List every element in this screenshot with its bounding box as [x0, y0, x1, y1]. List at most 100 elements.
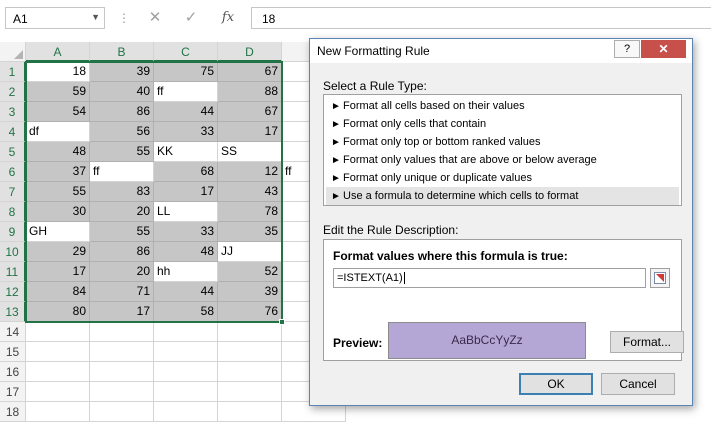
grid-cell[interactable]: 20: [90, 262, 154, 282]
grid-cell[interactable]: 40: [90, 82, 154, 102]
chevron-down-icon[interactable]: ▼: [91, 12, 100, 22]
grid-cell[interactable]: 88: [218, 82, 282, 102]
grid-cell[interactable]: 86: [90, 102, 154, 122]
grid-cell[interactable]: [154, 322, 218, 342]
cancel-button[interactable]: Cancel: [601, 373, 675, 395]
grid-cell[interactable]: ff: [154, 82, 218, 102]
grid-cell[interactable]: [154, 402, 218, 422]
grid-cell[interactable]: 17: [90, 302, 154, 322]
row-header-18[interactable]: 18: [0, 402, 26, 422]
grid-cell[interactable]: 33: [154, 222, 218, 242]
grid-cell[interactable]: 30: [26, 202, 90, 222]
row-header-17[interactable]: 17: [0, 382, 26, 402]
formula-input[interactable]: 18: [251, 7, 711, 29]
row-header-9[interactable]: 9: [0, 222, 26, 242]
row-header-14[interactable]: 14: [0, 322, 26, 342]
row-header-5[interactable]: 5: [0, 142, 26, 162]
ok-button[interactable]: OK: [519, 373, 593, 395]
grid-cell[interactable]: [26, 362, 90, 382]
grid-cell[interactable]: 83: [90, 182, 154, 202]
grid-cell[interactable]: 80: [26, 302, 90, 322]
grid-cell[interactable]: [90, 342, 154, 362]
grid-cell[interactable]: SS: [218, 142, 282, 162]
grid-cell[interactable]: 52: [218, 262, 282, 282]
grid-cell[interactable]: JJ: [218, 242, 282, 262]
grid-cell[interactable]: 29: [26, 242, 90, 262]
grid-cell[interactable]: [154, 342, 218, 362]
row-header-6[interactable]: 6: [0, 162, 26, 182]
rule-type-item[interactable]: ► Use a formula to determine which cells …: [326, 187, 679, 205]
grid-cell[interactable]: 39: [90, 62, 154, 82]
grid-cell[interactable]: 39: [218, 282, 282, 302]
grid-cell[interactable]: 43: [218, 182, 282, 202]
grid-cell[interactable]: LL: [154, 202, 218, 222]
row-header-10[interactable]: 10: [0, 242, 26, 262]
grid-cell[interactable]: 37: [26, 162, 90, 182]
grid-cell[interactable]: 55: [90, 142, 154, 162]
grid-cell[interactable]: 17: [218, 122, 282, 142]
rule-type-item[interactable]: ► Format only values that are above or be…: [326, 151, 679, 169]
collapse-dialog-button[interactable]: [650, 268, 670, 288]
name-box[interactable]: A1 ▼: [5, 7, 105, 29]
grid-cell[interactable]: 67: [218, 102, 282, 122]
grid-cell[interactable]: 17: [26, 262, 90, 282]
select-all-button[interactable]: [0, 42, 26, 62]
grid-cell[interactable]: 44: [154, 102, 218, 122]
rule-type-item[interactable]: ► Format only top or bottom ranked values: [326, 133, 679, 151]
grid-cell[interactable]: 18: [26, 62, 90, 82]
dialog-titlebar[interactable]: New Formatting Rule ? ✕: [310, 39, 692, 63]
grid-cell[interactable]: 59: [26, 82, 90, 102]
grid-cell[interactable]: [90, 402, 154, 422]
grid-cell[interactable]: [154, 362, 218, 382]
enter-entry-button[interactable]: ✓: [173, 7, 209, 29]
row-header-2[interactable]: 2: [0, 82, 26, 102]
grid-cell[interactable]: 76: [218, 302, 282, 322]
grid-cell[interactable]: [26, 382, 90, 402]
row-header-4[interactable]: 4: [0, 122, 26, 142]
grid-cell[interactable]: [218, 402, 282, 422]
grid-cell[interactable]: KK: [154, 142, 218, 162]
grid-cell[interactable]: 78: [218, 202, 282, 222]
column-header-c[interactable]: C: [154, 42, 218, 62]
grid-cell[interactable]: ff: [90, 162, 154, 182]
row-header-1[interactable]: 1: [0, 62, 26, 82]
grid-cell[interactable]: 55: [26, 182, 90, 202]
grid-cell[interactable]: [90, 322, 154, 342]
grid-cell[interactable]: [154, 382, 218, 402]
column-header-b[interactable]: B: [90, 42, 154, 62]
grid-cell[interactable]: 35: [218, 222, 282, 242]
grid-cell[interactable]: df: [26, 122, 90, 142]
grid-cell[interactable]: [218, 342, 282, 362]
grid-cell[interactable]: [218, 382, 282, 402]
rule-formula-input[interactable]: =ISTEXT(A1): [333, 268, 646, 288]
grid-cell[interactable]: [218, 362, 282, 382]
format-button[interactable]: Format...: [610, 331, 684, 353]
grid-cell[interactable]: [26, 342, 90, 362]
row-header-15[interactable]: 15: [0, 342, 26, 362]
rule-type-list[interactable]: ► Format all cells based on their values ►…: [323, 94, 682, 206]
rule-type-item[interactable]: ► Format all cells based on their values: [326, 97, 679, 115]
row-header-12[interactable]: 12: [0, 282, 26, 302]
grid-cell[interactable]: 84: [26, 282, 90, 302]
grid-cell[interactable]: 58: [154, 302, 218, 322]
grid-cell[interactable]: [90, 382, 154, 402]
close-button[interactable]: ✕: [641, 40, 686, 58]
row-header-3[interactable]: 3: [0, 102, 26, 122]
rule-type-item[interactable]: ► Format only cells that contain: [326, 115, 679, 133]
rule-type-item[interactable]: ► Format only unique or duplicate values: [326, 169, 679, 187]
grid-cell[interactable]: 20: [90, 202, 154, 222]
grid-cell[interactable]: 54: [26, 102, 90, 122]
grid-cell[interactable]: 44: [154, 282, 218, 302]
grid-cell[interactable]: 17: [154, 182, 218, 202]
insert-function-button[interactable]: fx: [210, 7, 246, 29]
grid-cell[interactable]: [26, 322, 90, 342]
row-header-16[interactable]: 16: [0, 362, 26, 382]
row-header-8[interactable]: 8: [0, 202, 26, 222]
grid-cell[interactable]: 68: [154, 162, 218, 182]
grid-cell[interactable]: 56: [90, 122, 154, 142]
grid-cell[interactable]: 75: [154, 62, 218, 82]
column-header-d[interactable]: D: [218, 42, 282, 62]
column-header-a[interactable]: A: [26, 42, 90, 62]
help-button[interactable]: ?: [614, 40, 640, 58]
row-header-13[interactable]: 13: [0, 302, 26, 322]
